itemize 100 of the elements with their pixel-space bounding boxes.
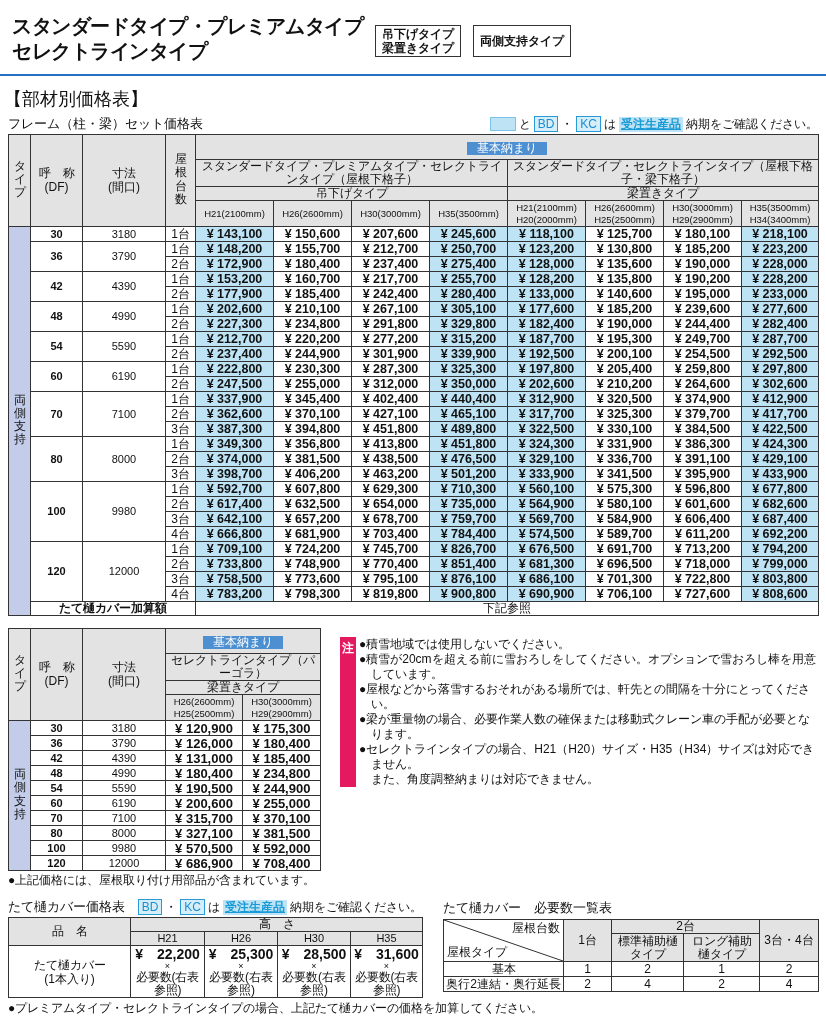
price-cell: ¥ 327,100 (165, 825, 243, 841)
table-cell: 3台 (165, 421, 196, 437)
times-sign: × (311, 962, 317, 971)
table-title: たて樋カバー 必要数一覧表 (443, 900, 613, 916)
price-cell: ¥ 370,100 (242, 810, 321, 826)
price-cell: ¥ 180,400 (242, 735, 321, 751)
table-cell: 1台 (165, 391, 196, 407)
table-cell: 48 (30, 765, 83, 781)
table-cell: 1台 (165, 481, 196, 497)
column-header: 3台・4台 (759, 919, 819, 962)
price-text: ¥ 22,200 (135, 946, 200, 962)
table-cell: 42 (30, 750, 83, 766)
table-cell: 4990 (82, 301, 166, 332)
footnote: ●プレミアムタイプ・セレクトラインタイプの場合、上記たて樋カバーの価格を加算してください。 (8, 1001, 545, 1015)
column-header: 屋根台数 (165, 134, 196, 227)
table-cell: 下記参照 (195, 601, 819, 616)
price-text: ¥ 25,300 (208, 946, 274, 962)
table-cell: 36 (30, 735, 83, 751)
table-cell: 70 (30, 391, 83, 437)
price-text: ¥ 28,500 (281, 946, 347, 962)
table-cell: 12000 (82, 541, 166, 602)
table-cell: 3180 (82, 720, 166, 736)
table-cell: 70 (30, 810, 83, 826)
table-cell: 1台 (165, 361, 196, 377)
table-cell: 7100 (82, 810, 166, 826)
column-header: H26(2600mm) (273, 200, 352, 227)
legend-text: は (604, 117, 616, 131)
column-header: 高 さ (130, 917, 423, 932)
table-cell: 1台 (165, 301, 196, 317)
table-cell: 4390 (82, 750, 166, 766)
note-marker: 注 (340, 637, 356, 787)
price-cell: ¥ 200,600 (165, 795, 243, 811)
table-cell: 2 (683, 976, 760, 992)
table-cell: 5590 (82, 780, 166, 796)
table-title: フレーム（柱・梁）セット価格表 (8, 116, 203, 132)
legend-text: 納期をご確認ください。 (686, 117, 818, 131)
table-cell: 9980 (82, 481, 166, 542)
legend-text: は (208, 900, 220, 914)
column-header: H30(3000mm) (351, 200, 430, 227)
table-cell: 100 (30, 481, 83, 542)
table-cell: 36 (30, 241, 83, 272)
table-cell: 2 (563, 976, 612, 992)
column-header: 寸法 (間口) (82, 134, 166, 227)
price-cell: ¥ 244,900 (242, 780, 321, 796)
page-title: スタンダードタイプ・プレミアムタイプ セレクトラインタイプ (12, 14, 363, 64)
column-header: スタンダードタイプ・プレミアムタイプ・セレクトラインタイプ（屋根下格子） (195, 159, 508, 187)
price-cell: ¥ 126,000 (165, 735, 243, 751)
note-text: 必要数(右表参照) (353, 971, 420, 997)
type-tag: 両側支持タイプ (473, 25, 571, 57)
footnote: ●上記価格には、屋根取り付け用部品が含まれています。 (8, 873, 317, 887)
column-header: H21(2100mm) (195, 200, 274, 227)
column-header: タイプ (8, 134, 31, 227)
table-cell: 3180 (82, 226, 166, 242)
table-cell: 1台 (165, 436, 196, 452)
price-cell: ¥ 570,500 (165, 840, 243, 856)
table-title: たて樋カバー価格表 (8, 899, 125, 915)
made-to-order-tag: 受注生産品 (223, 899, 287, 915)
table-cell: 60 (30, 795, 83, 811)
table-cell: 3台 (165, 466, 196, 482)
column-header: セレクトラインタイプ（パーゴラ） (165, 653, 321, 681)
table-cell: 54 (30, 780, 83, 796)
price-cell: ¥ 175,300 (242, 720, 321, 736)
table-cell: 2台 (165, 451, 196, 467)
table-cell: 4台 (165, 586, 196, 602)
table-cell: 60 (30, 361, 83, 392)
table-cell: 54 (30, 331, 83, 362)
table-cell: たて樋カバー (1本入り) (8, 945, 131, 998)
table-cell: 4390 (82, 271, 166, 302)
column-header: H26(2600mm) H25(2500mm) (165, 694, 243, 721)
table-cell: 120 (30, 855, 83, 871)
table-cell: 9980 (82, 840, 166, 856)
note-text: ●積雪が20cmを超える前に雪おろしをしてください。オプションで雪おろし棒を用意しています。 (359, 652, 816, 682)
table-cell: 3790 (82, 241, 166, 272)
table-cell: 2台 (165, 346, 196, 362)
table-cell: 2台 (165, 406, 196, 422)
table-cell: 2台 (165, 376, 196, 392)
table-cell: 30 (30, 226, 83, 242)
column-header: ロング補助樋タイプ (683, 933, 760, 962)
corner-label: 屋根台数 (512, 922, 560, 935)
column-header: タイプ (8, 628, 31, 721)
column-header: 1台 (563, 919, 612, 962)
price-cell: ¥ 708,400 (242, 855, 321, 871)
price-cell: ¥ 234,800 (242, 765, 321, 781)
times-sign: × (383, 962, 390, 971)
legend-text: ・ (165, 900, 178, 914)
column-header: 呼 称 (DF) (30, 134, 83, 227)
code-tag: KC (180, 899, 205, 915)
table-cell: 2台 (165, 496, 196, 512)
table-cell: 6190 (82, 361, 166, 392)
legend-text: ・ (561, 117, 574, 131)
column-header: H30(3000mm) H29(2900mm) (242, 694, 321, 721)
table-cell: 2台 (165, 556, 196, 572)
price-cell: ¥ 315,700 (165, 810, 243, 826)
note-text: 必要数(右表参照) (134, 971, 201, 997)
table-cell: 4台 (165, 526, 196, 542)
price-cell: ¥ 686,900 (165, 855, 243, 871)
price-cell: ¥ 255,000 (242, 795, 321, 811)
table-cell: 4 (759, 976, 819, 992)
note-text: ●セレクトラインタイプの場合、H21（H20）サイズ・H35（H34）サイズは対応できません。 (359, 742, 816, 772)
column-header: 2台 (611, 919, 760, 934)
